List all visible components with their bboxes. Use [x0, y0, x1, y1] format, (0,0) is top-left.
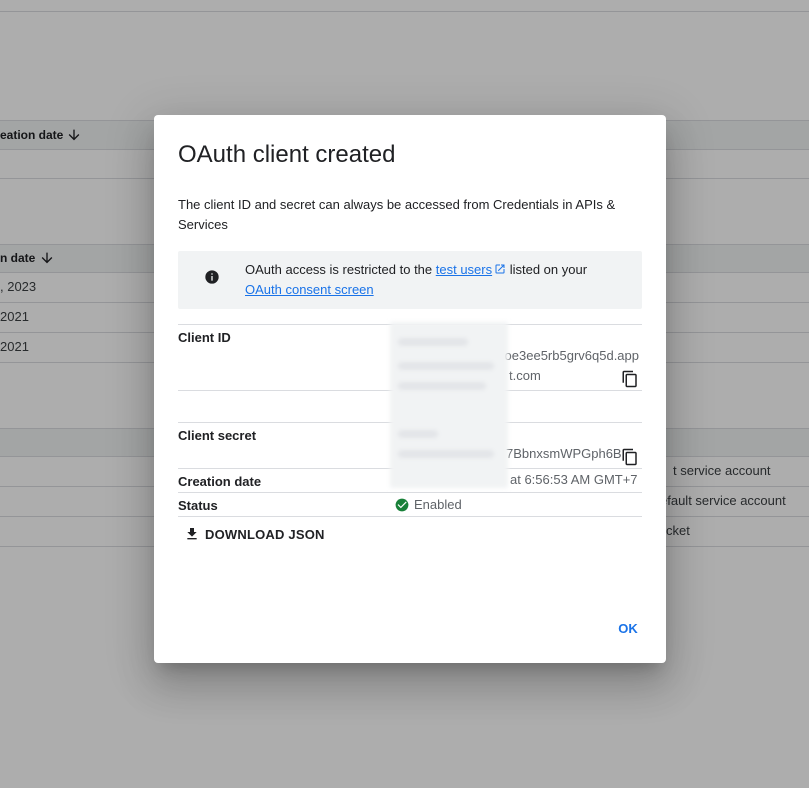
- oauth-created-dialog: OAuth client created The client ID and s…: [154, 115, 666, 663]
- redacted-overlay: [390, 322, 508, 488]
- test-users-link[interactable]: test users: [436, 262, 492, 277]
- external-link-icon[interactable]: [494, 263, 506, 275]
- copy-client-id-icon[interactable]: [621, 370, 639, 388]
- notice-text: listed on your: [506, 262, 588, 277]
- creation-date-label: Creation date: [178, 474, 262, 489]
- dialog-description: The client ID and secret can always be a…: [178, 197, 616, 232]
- notice-text: OAuth access is restricted to the: [245, 262, 436, 277]
- client-secret-label: Client secret: [178, 428, 257, 443]
- notice-message: OAuth access is restricted to the test u…: [245, 260, 635, 300]
- download-json-button[interactable]: DOWNLOAD JSON: [184, 521, 325, 547]
- info-icon: [205, 270, 219, 284]
- status-text: Enabled: [414, 497, 462, 512]
- status-label: Status: [178, 498, 218, 513]
- client-secret-text: 7BbnxsmWPGph6B: [506, 446, 622, 461]
- client-id-label: Client ID: [178, 330, 231, 345]
- copy-client-secret-icon[interactable]: [621, 448, 639, 466]
- oauth-consent-screen-link[interactable]: OAuth consent screen: [245, 282, 374, 297]
- ok-button[interactable]: OK: [612, 617, 644, 639]
- download-icon: [187, 528, 197, 540]
- download-json-label: DOWNLOAD JSON: [205, 526, 325, 542]
- creation-date-value: at 6:56:53 AM GMT+7: [510, 472, 638, 487]
- restriction-notice: OAuth access is restricted to the test u…: [178, 251, 642, 309]
- check-circle-icon: [395, 498, 409, 511]
- dialog-title: OAuth client created: [178, 141, 396, 168]
- divider: [178, 492, 642, 493]
- divider: [178, 516, 642, 517]
- client-id-value-2: t.com: [509, 366, 639, 386]
- client-secret-value: 7BbnxsmWPGph6B: [506, 444, 622, 464]
- status-value: Enabled: [395, 497, 462, 512]
- client-id-line-2: t.com: [509, 368, 541, 383]
